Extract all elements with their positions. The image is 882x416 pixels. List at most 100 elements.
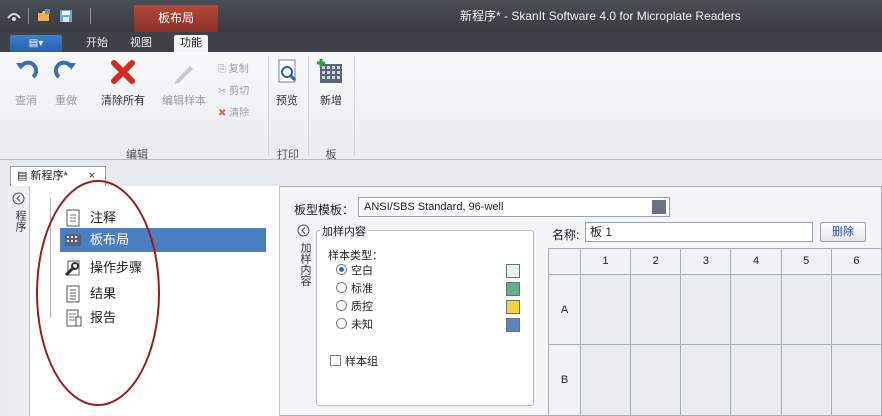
row-header[interactable]: A	[548, 273, 581, 346]
grid-header-row: 1 2 3 4 5 6	[548, 248, 882, 275]
column-header[interactable]: 5	[780, 248, 832, 275]
redo-button[interactable]: 重做	[48, 56, 84, 108]
grid-row: B	[548, 344, 882, 416]
undo-icon	[10, 56, 42, 88]
print-preview-icon	[272, 56, 304, 88]
toolbar-separator	[28, 8, 29, 24]
radio-button[interactable]	[336, 318, 347, 329]
sample-type-label: 质控	[351, 301, 373, 313]
plate-template-value: ANSI/SBS Standard, 96-well	[364, 201, 504, 213]
undo-label: 查消	[15, 95, 37, 107]
column-header[interactable]: 2	[630, 248, 682, 275]
red-x-icon	[107, 56, 139, 88]
add-content-side-tab[interactable]: 加样内容	[294, 222, 314, 412]
copy-button[interactable]: ⎘ 复制	[218, 62, 249, 78]
column-header[interactable]: 6	[830, 248, 882, 275]
well-cell[interactable]	[579, 273, 632, 346]
sample-type-label: 未知	[351, 319, 373, 331]
sample-type-label: 标准	[351, 283, 373, 295]
radio-button[interactable]	[336, 282, 347, 293]
column-header[interactable]: 3	[680, 248, 732, 275]
well-cell[interactable]	[680, 344, 732, 416]
copy-label: 复制	[228, 64, 249, 75]
radio-button[interactable]	[336, 300, 347, 311]
toolbar-separator	[90, 8, 91, 24]
radio-button[interactable]	[336, 264, 347, 275]
well-cell[interactable]	[630, 344, 682, 416]
collapse-left-icon[interactable]	[12, 192, 25, 205]
well-cell[interactable]	[680, 273, 732, 346]
well-cell[interactable]	[780, 344, 832, 416]
clear-all-button[interactable]: 清除所有	[96, 56, 150, 108]
window-title: 新程序* - SkanIt Software 4.0 for Microplat…	[460, 9, 741, 23]
well-cell[interactable]	[830, 344, 882, 416]
new-plate-button[interactable]: 新增	[314, 56, 348, 108]
copy-icon: ⎘	[218, 64, 229, 75]
well-cell[interactable]	[780, 273, 832, 346]
program-side-tab[interactable]: 程序	[8, 186, 30, 416]
sample-type-label: 空白	[351, 265, 373, 277]
scissors-icon: ✂	[218, 86, 230, 97]
checkbox[interactable]	[330, 355, 341, 366]
dropdown-arrow-icon[interactable]	[652, 200, 666, 214]
color-swatch-blank	[506, 264, 520, 278]
plate-name-input[interactable]: 板 1	[585, 222, 813, 242]
clear-label: 清除	[229, 108, 250, 119]
group-separator	[308, 56, 309, 156]
clear-all-label: 清除所有	[101, 95, 145, 107]
redo-label: 重做	[55, 95, 77, 107]
group-separator	[354, 56, 355, 156]
new-plate-icon	[315, 56, 347, 88]
well-cell[interactable]	[730, 273, 782, 346]
cut-label: 剪切	[229, 86, 250, 97]
save-icon[interactable]	[58, 8, 74, 24]
well-cell[interactable]	[830, 273, 882, 346]
add-content-tab-label: 加样内容	[299, 242, 311, 286]
tab-functions[interactable]: 功能	[174, 35, 208, 52]
program-tab-label: 程序	[14, 210, 26, 232]
sample-group-checkbox[interactable]: 样本组	[330, 353, 378, 369]
column-header[interactable]: 4	[730, 248, 782, 275]
sample-type-blank[interactable]: 空白	[336, 263, 373, 279]
well-cell[interactable]	[579, 344, 632, 416]
tab-view[interactable]: 视图	[124, 35, 158, 52]
redo-icon	[50, 56, 82, 88]
app-icon[interactable]	[6, 8, 22, 24]
title-bar: 板布局 新程序* - SkanIt Software 4.0 for Micro…	[0, 0, 882, 32]
document-tab-label: 新程序*	[30, 170, 68, 182]
small-x-icon: ✖	[218, 108, 230, 119]
sample-type-control[interactable]: 质控	[336, 299, 373, 315]
well-cell[interactable]	[630, 273, 682, 346]
sample-type-standard[interactable]: 标准	[336, 281, 373, 297]
color-swatch-unknown	[506, 318, 520, 332]
edit-sample-label: 编辑样本	[162, 95, 206, 107]
column-header[interactable]: 1	[579, 248, 632, 275]
color-swatch-standard	[506, 282, 520, 296]
color-swatch-control	[506, 300, 520, 314]
preview-button[interactable]: 预览	[272, 56, 302, 108]
add-content-title: 加样内容	[320, 223, 368, 239]
edit-sample-button[interactable]: 编辑样本	[158, 56, 210, 108]
undo-button[interactable]: 查消	[8, 56, 44, 108]
cut-button[interactable]: ✂ 剪切	[218, 84, 249, 100]
document-icon: ▤	[17, 170, 31, 182]
plate-template-select[interactable]: ANSI/SBS Standard, 96-well	[358, 197, 670, 217]
delete-button[interactable]: 删除	[820, 222, 866, 242]
context-tab-header: 板布局	[134, 5, 218, 32]
file-menu-button[interactable]: ▤▾	[10, 35, 62, 52]
pencil-icon	[168, 56, 200, 88]
tab-home[interactable]: 开始	[80, 35, 114, 52]
preview-label: 预览	[276, 95, 298, 107]
sample-type-unknown[interactable]: 未知	[336, 317, 373, 333]
well-cell[interactable]	[730, 344, 782, 416]
collapse-left-icon[interactable]	[297, 224, 310, 237]
new-label: 新增	[320, 95, 342, 107]
plate-template-label: 板型模板：	[294, 203, 355, 217]
row-header[interactable]: B	[548, 344, 581, 416]
group-separator	[268, 56, 269, 156]
open-icon[interactable]	[36, 8, 52, 24]
clear-button[interactable]: ✖ 清除	[218, 106, 249, 122]
annotation-ellipse	[36, 180, 160, 406]
name-label: 名称:	[552, 228, 580, 242]
plate-grid: 1 2 3 4 5 6 A B	[548, 248, 882, 416]
